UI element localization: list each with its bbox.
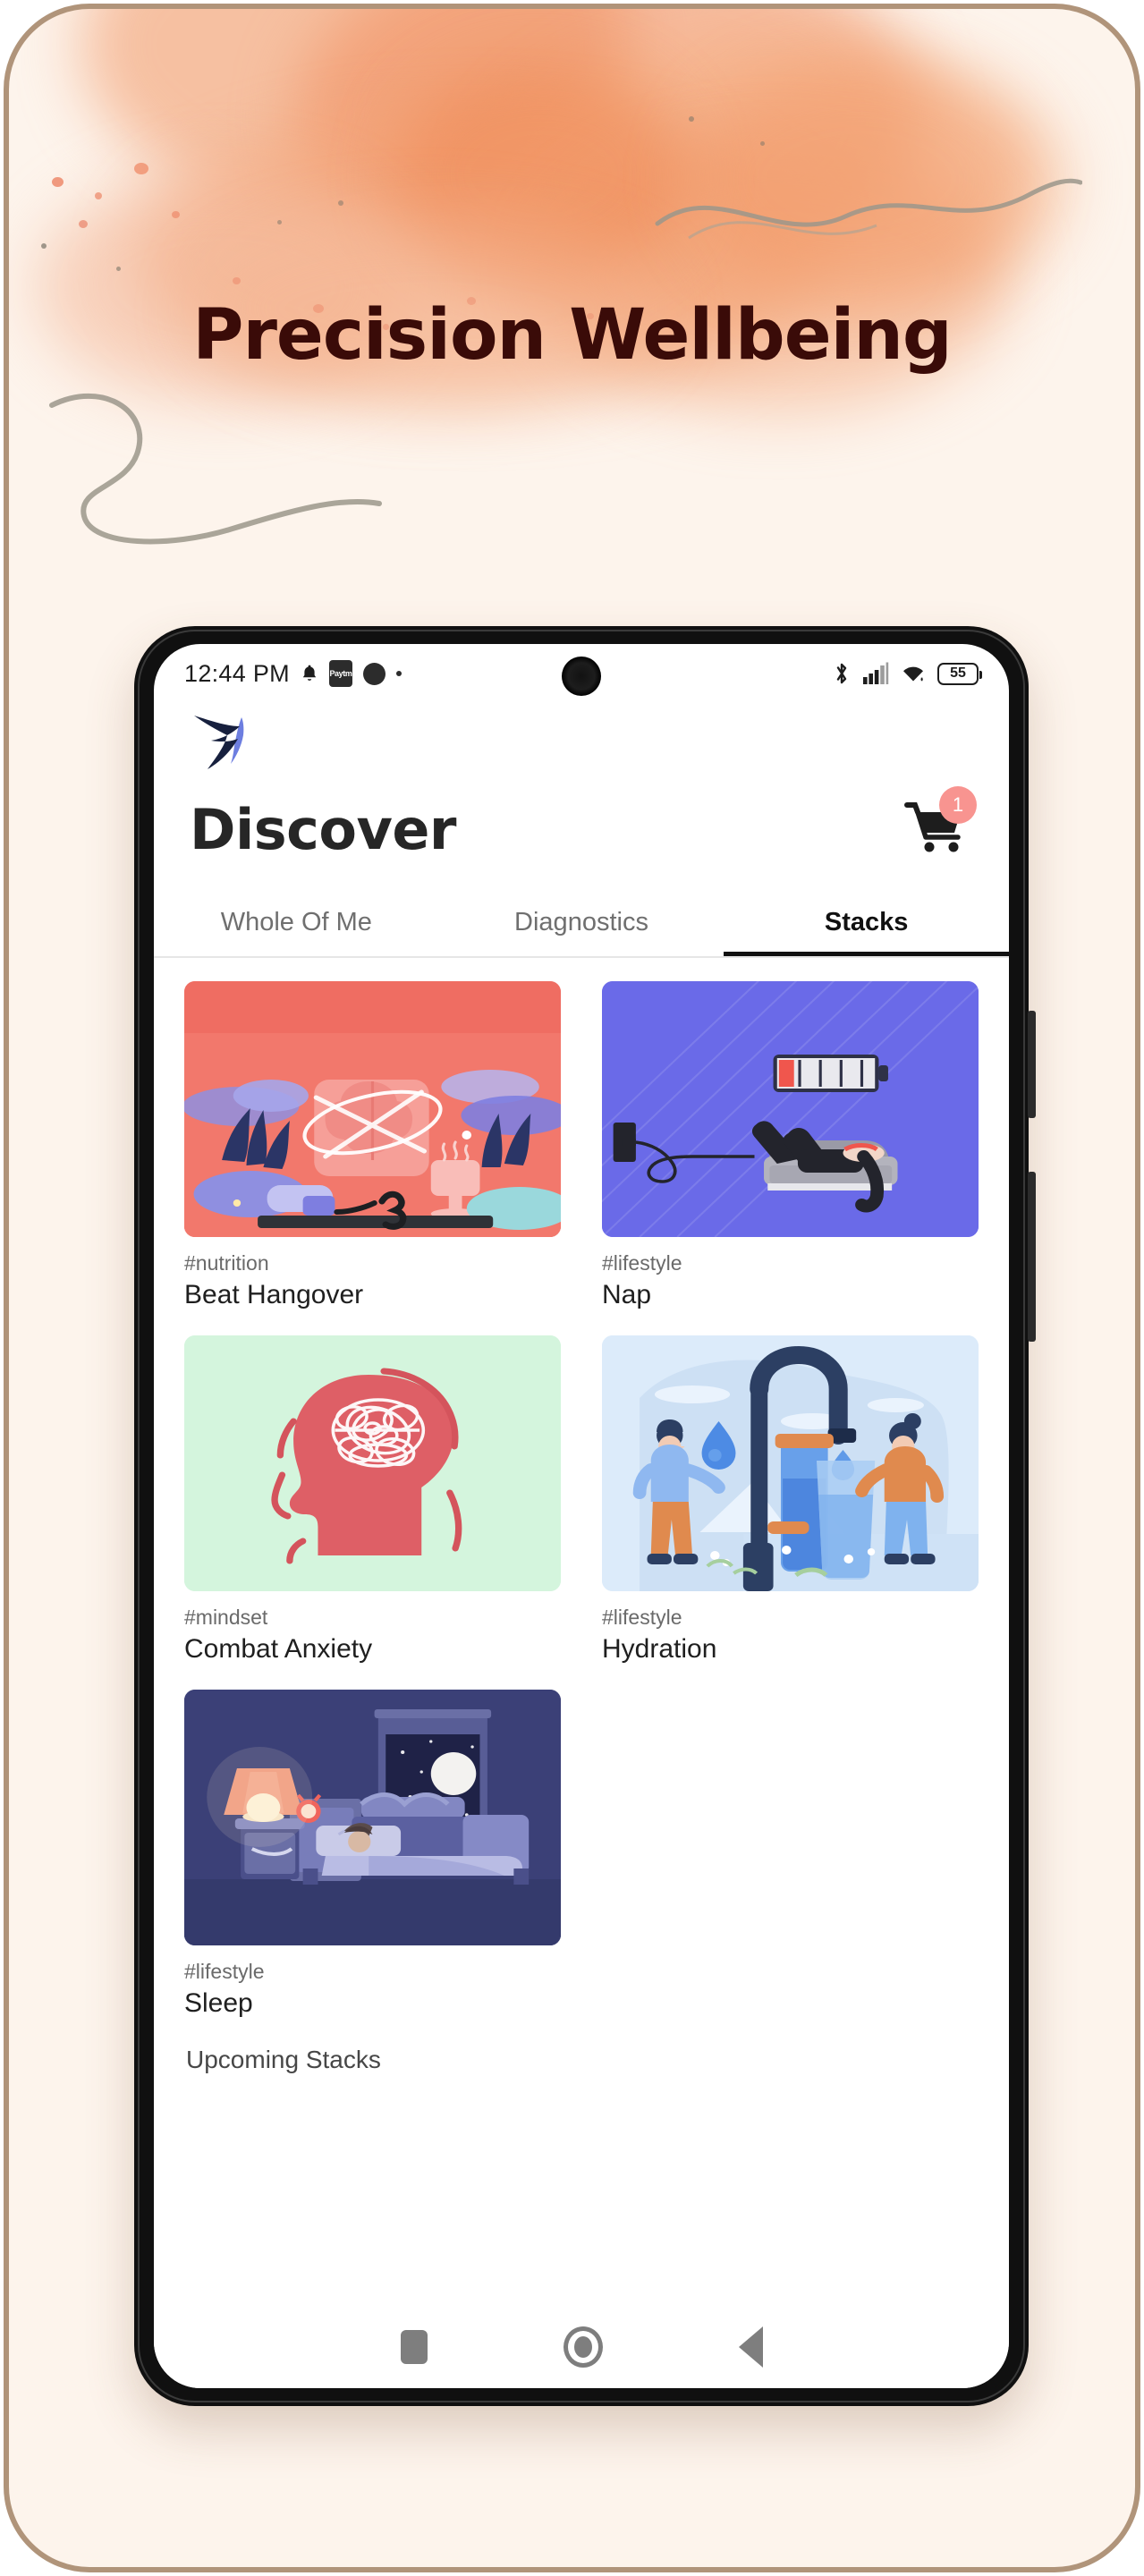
paint-speck [277, 220, 282, 225]
stack-tag: #mindset [184, 1606, 268, 1630]
status-bar-left: 12:44 PM Paytm [184, 660, 402, 688]
battery-icon: 55 [937, 662, 982, 685]
tab-bar: Whole Of Me Diagnostics Stacks [154, 896, 1009, 959]
page-title: Discover [190, 796, 457, 862]
stack-card[interactable]: #lifestyle Sleep [184, 1690, 561, 2019]
ink-swoosh-bottom [49, 394, 382, 545]
beat-hangover-art[interactable] [184, 981, 561, 1238]
swift-bird-logo [194, 716, 244, 769]
android-nav-bar [154, 2306, 1009, 2388]
paint-speck [41, 243, 47, 249]
wifi-icon [901, 663, 926, 684]
upcoming-stacks-heading: Upcoming Stacks [186, 2046, 381, 2074]
paint-speck [233, 277, 241, 284]
paytm-icon: Paytm [328, 660, 352, 687]
tab-diagnostics[interactable]: Diagnostics [439, 896, 725, 956]
status-bar-right: 55 [833, 662, 982, 685]
cart-button[interactable]: 1 [903, 785, 977, 860]
stack-tag: #lifestyle [602, 1606, 682, 1630]
stack-tag: #lifestyle [602, 1251, 682, 1275]
combat-anxiety-art[interactable] [184, 1335, 561, 1592]
dot-icon [362, 662, 386, 685]
signal-icon [862, 662, 889, 685]
stack-tag: #lifestyle [184, 1960, 265, 1984]
hydration-art[interactable] [602, 1335, 979, 1592]
tab-whole-of-me[interactable]: Whole Of Me [154, 896, 439, 956]
phone-volume-button[interactable] [1028, 1011, 1036, 1118]
paint-speck [689, 116, 694, 122]
sleep-art[interactable] [184, 1690, 561, 1946]
poster-title: Precision Wellbeing [192, 295, 952, 376]
front-camera-punchhole [562, 657, 601, 696]
app-logo-row [154, 703, 1009, 773]
paint-speck [134, 163, 148, 174]
grid-empty-slot [602, 1690, 979, 2019]
stack-card[interactable]: #lifestyle Hydration [602, 1335, 979, 1665]
paint-speck [116, 267, 121, 271]
tab-stacks[interactable]: Stacks [724, 896, 1009, 956]
paint-speck [52, 177, 64, 187]
stack-card[interactable]: #mindset Combat Anxiety [184, 1335, 561, 1665]
bluetooth-icon [833, 662, 851, 685]
phone-screen: 12:44 PM Paytm 55 Discover 1 Whole Of Me… [154, 644, 1009, 2388]
stack-card[interactable]: #nutrition Beat Hangover [184, 981, 561, 1310]
poster-card: Precision Wellbeing 12:44 PM Paytm 55 Di… [4, 4, 1140, 2572]
stacks-content: #nutrition Beat Hangover #lifestyle Nap … [154, 958, 1009, 2300]
ink-swoosh-top [655, 178, 1082, 240]
square-recents-icon[interactable] [400, 2330, 428, 2364]
paint-speck [172, 211, 180, 218]
stack-title: Nap [602, 1280, 652, 1310]
phone-power-button[interactable] [1028, 1172, 1036, 1342]
cart-badge: 1 [939, 785, 977, 824]
stack-title: Hydration [602, 1634, 717, 1665]
paint-speck [95, 192, 102, 199]
circle-home-icon[interactable] [563, 2326, 603, 2368]
stacks-grid: #nutrition Beat Hangover #lifestyle Nap … [184, 981, 979, 2019]
stack-tag: #nutrition [184, 1251, 269, 1275]
paint-speck [760, 141, 765, 146]
phone-device: 12:44 PM Paytm 55 Discover 1 Whole Of Me… [134, 626, 1036, 2406]
stack-title: Sleep [184, 1988, 253, 2019]
stack-title: Beat Hangover [184, 1280, 364, 1310]
status-clock: 12:44 PM [184, 659, 290, 687]
battery-level-label: 55 [950, 665, 966, 681]
stack-card[interactable]: #lifestyle Nap [602, 981, 979, 1310]
bell-icon [301, 664, 318, 683]
tiny-dot-icon [395, 671, 402, 676]
page-header: Discover 1 [154, 773, 1009, 880]
status-bar: 12:44 PM Paytm 55 [154, 644, 1009, 703]
triangle-back-icon[interactable] [738, 2326, 763, 2368]
nap-art[interactable] [602, 981, 979, 1238]
stack-title: Combat Anxiety [184, 1634, 373, 1665]
paint-speck [79, 220, 88, 228]
watercolor-banner: Precision Wellbeing [9, 9, 1135, 581]
paint-speck [338, 200, 343, 206]
